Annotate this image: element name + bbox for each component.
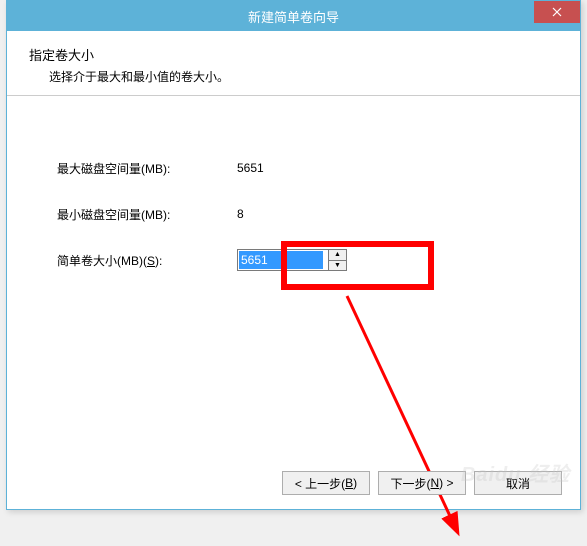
- spinner-up-button[interactable]: ▲: [329, 250, 346, 261]
- wizard-dialog: 新建简单卷向导 指定卷大小 选择介于最大和最小值的卷大小。 最大磁盘空间量(MB…: [6, 0, 581, 510]
- min-space-label: 最小磁盘空间量(MB):: [57, 206, 237, 223]
- close-button[interactable]: [534, 1, 580, 23]
- volume-size-label: 简单卷大小(MB)(S):: [57, 252, 237, 269]
- header-title: 指定卷大小: [29, 45, 558, 64]
- volume-size-spinner: 5651 ▲ ▼: [237, 249, 347, 271]
- volume-size-input[interactable]: 5651: [237, 249, 329, 271]
- button-bar: < 上一步(B) 下一步(N) > 取消: [282, 471, 562, 495]
- header-subtitle: 选择介于最大和最小值的卷大小。: [49, 68, 558, 85]
- min-space-value: 8: [237, 207, 487, 221]
- max-space-label: 最大磁盘空间量(MB):: [57, 160, 237, 177]
- back-button[interactable]: < 上一步(B): [282, 471, 370, 495]
- caret-down-icon: ▼: [334, 262, 341, 269]
- cancel-button[interactable]: 取消: [474, 471, 562, 495]
- max-space-value: 5651: [237, 161, 487, 175]
- min-space-row: 最小磁盘空间量(MB): 8: [57, 202, 530, 226]
- titlebar-title: 新建简单卷向导: [248, 7, 339, 26]
- max-space-row: 最大磁盘空间量(MB): 5651: [57, 156, 530, 180]
- close-icon: [552, 7, 562, 17]
- volume-size-row: 简单卷大小(MB)(S): 5651 ▲ ▼: [57, 248, 530, 272]
- wizard-content: 最大磁盘空间量(MB): 5651 最小磁盘空间量(MB): 8 简单卷大小(M…: [7, 96, 580, 476]
- spinner-down-button[interactable]: ▼: [329, 261, 346, 271]
- titlebar: 新建简单卷向导: [7, 1, 580, 31]
- volume-size-value-cell: 5651 ▲ ▼: [237, 249, 487, 271]
- wizard-header: 指定卷大小 选择介于最大和最小值的卷大小。: [7, 31, 580, 96]
- caret-up-icon: ▲: [334, 251, 341, 258]
- spinner-buttons: ▲ ▼: [329, 249, 347, 271]
- next-button[interactable]: 下一步(N) >: [378, 471, 466, 495]
- annotation-arrow: [327, 286, 507, 546]
